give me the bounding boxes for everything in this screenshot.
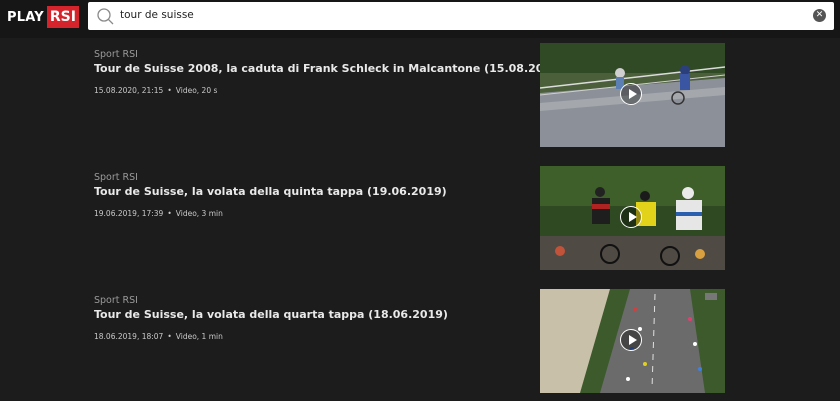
result-source: Sport RSI [94,49,138,60]
result-type: Video, 1 min [175,332,223,341]
clear-circle-icon[interactable]: ✕ [813,9,826,22]
result-date: 19.06.2019, 17:39 [94,209,164,218]
magnifier-icon [97,8,114,25]
result-type: Video, 20 s [175,86,218,95]
meta-separator: • [167,332,172,341]
play-rsi-logo[interactable]: PLAY RSI [7,6,79,28]
search-input[interactable]: tour de suisse [120,9,194,21]
logo-play-text: PLAY [7,9,44,25]
logo-rsi-text: RSI [46,6,79,28]
top-bar: PLAY RSI tour de suisse ✕ [0,0,840,38]
play-icon[interactable] [620,83,642,105]
result-item[interactable]: Sport RSI Tour de Suisse, la volata dell… [0,289,840,394]
meta-separator: • [167,86,172,95]
result-item[interactable]: Sport RSI Tour de Suisse, la volata dell… [0,166,840,271]
video-thumbnail[interactable] [540,43,725,147]
video-thumbnail[interactable] [540,166,725,270]
result-title[interactable]: Tour de Suisse, la volata della quinta t… [94,185,524,198]
result-source: Sport RSI [94,172,138,183]
result-date: 18.06.2019, 18:07 [94,332,164,341]
result-date: 15.08.2020, 21:15 [94,86,164,95]
result-meta: 19.06.2019, 17:39 • Video, 3 min [94,209,223,218]
result-meta: 18.06.2019, 18:07 • Video, 1 min [94,332,223,341]
meta-separator: • [167,209,172,218]
play-icon[interactable] [620,329,642,351]
result-source: Sport RSI [94,295,138,306]
result-meta: 15.08.2020, 21:15 • Video, 20 s [94,86,217,95]
video-thumbnail[interactable] [540,289,725,393]
search-field[interactable]: tour de suisse ✕ [88,2,834,30]
result-title[interactable]: Tour de Suisse, la volata della quarta t… [94,308,524,321]
play-icon[interactable] [620,206,642,228]
result-item[interactable]: Sport RSI Tour de Suisse 2008, la caduta… [0,43,840,148]
result-title[interactable]: Tour de Suisse 2008, la caduta di Frank … [94,62,564,75]
result-type: Video, 3 min [175,209,223,218]
